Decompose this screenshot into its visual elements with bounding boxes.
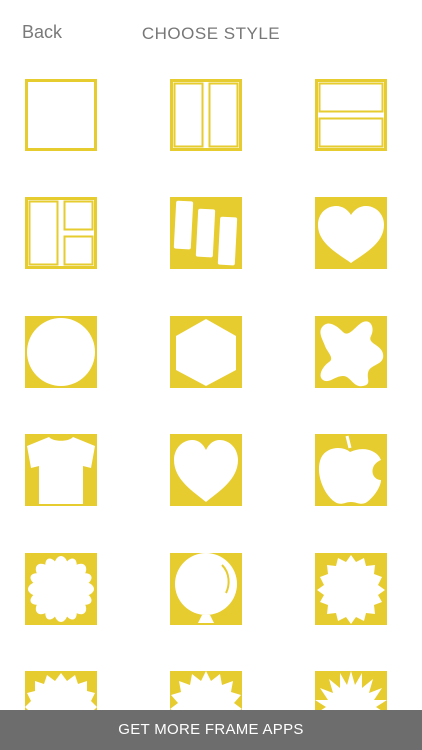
apple-icon bbox=[315, 434, 387, 506]
splat-icon bbox=[315, 316, 387, 388]
style-balloon[interactable] bbox=[170, 553, 242, 625]
style-three-tilted-strips[interactable] bbox=[170, 197, 242, 269]
style-heart[interactable] bbox=[170, 434, 242, 506]
style-single-frame[interactable] bbox=[25, 79, 97, 151]
style-grid bbox=[0, 0, 422, 750]
two-horizontal-frames-icon bbox=[315, 79, 387, 151]
hexagon-icon bbox=[170, 316, 242, 388]
flower-icon bbox=[25, 553, 97, 625]
style-splat[interactable] bbox=[315, 316, 387, 388]
style-three-panel-frames[interactable] bbox=[25, 197, 97, 269]
style-hexagon[interactable] bbox=[170, 316, 242, 388]
three-tilted-strips-icon bbox=[170, 197, 242, 269]
style-t-shirt[interactable] bbox=[25, 434, 97, 506]
style-heart-rounded[interactable] bbox=[315, 197, 387, 269]
style-two-vertical-frames[interactable] bbox=[170, 79, 242, 151]
circle-icon bbox=[25, 316, 97, 388]
two-vertical-frames-icon bbox=[170, 79, 242, 151]
single-frame-icon bbox=[25, 79, 97, 151]
starburst-wavy-icon bbox=[315, 553, 387, 625]
heart-rounded-icon bbox=[315, 197, 387, 269]
t-shirt-icon bbox=[25, 434, 97, 506]
style-two-horizontal-frames[interactable] bbox=[315, 79, 387, 151]
balloon-icon bbox=[170, 553, 242, 625]
heart-icon bbox=[170, 434, 242, 506]
style-starburst-wavy[interactable] bbox=[315, 553, 387, 625]
style-circle[interactable] bbox=[25, 316, 97, 388]
get-more-frame-apps-button[interactable]: GET MORE FRAME APPS bbox=[0, 710, 422, 750]
style-apple[interactable] bbox=[315, 434, 387, 506]
style-flower[interactable] bbox=[25, 553, 97, 625]
three-panel-frames-icon bbox=[25, 197, 97, 269]
